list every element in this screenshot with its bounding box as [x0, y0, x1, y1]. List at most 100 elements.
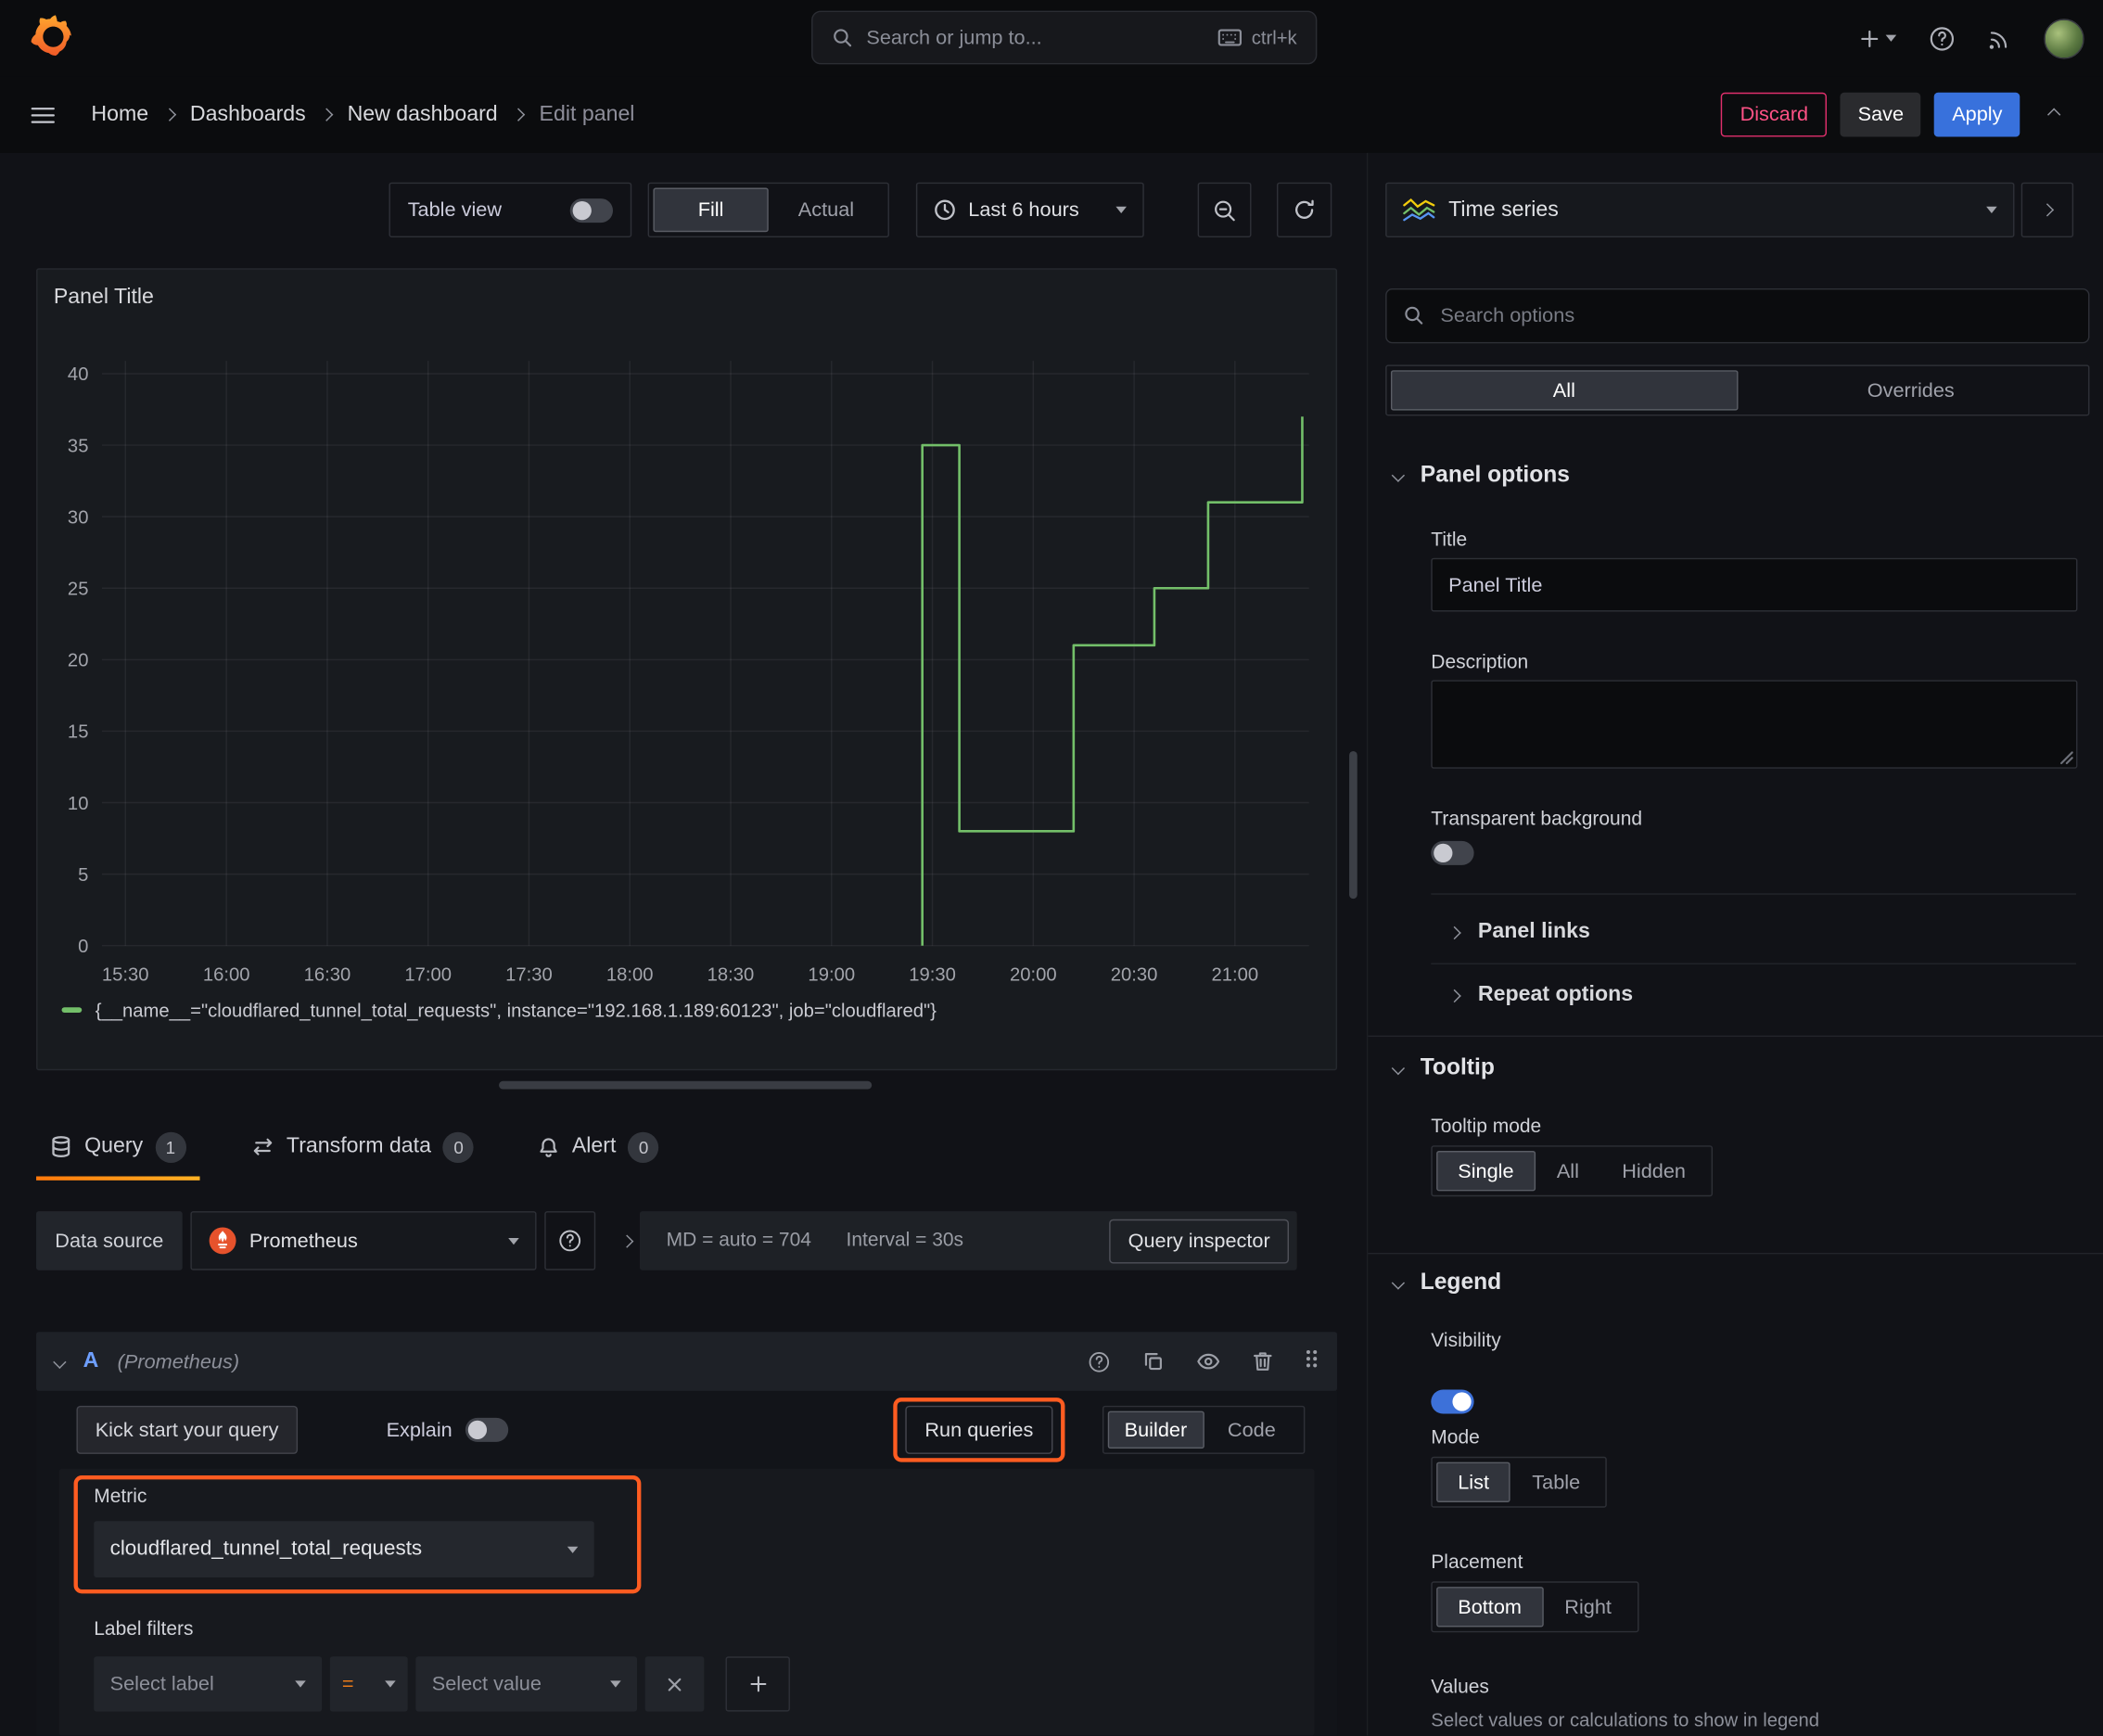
prometheus-icon: [208, 1226, 237, 1256]
title-label: Title: [1431, 530, 1468, 552]
option-code[interactable]: Code: [1204, 1411, 1299, 1449]
tab-overrides[interactable]: Overrides: [1738, 370, 2084, 410]
apply-button[interactable]: Apply: [1934, 92, 2020, 137]
viz-type-label: Time series: [1448, 198, 1559, 221]
expand-query-options[interactable]: [619, 1211, 634, 1270]
breadcrumb-home[interactable]: Home: [91, 103, 148, 127]
kick-start-button[interactable]: Kick start your query: [76, 1405, 298, 1454]
add-new-button[interactable]: [1859, 28, 1897, 49]
option-builder[interactable]: Builder: [1107, 1410, 1204, 1449]
datasource-row: Data source Prometheus MD = auto = 704 I…: [36, 1211, 1337, 1270]
svg-text:17:30: 17:30: [505, 964, 553, 985]
legend-values-label: Values: [1431, 1677, 1489, 1699]
svg-text:18:00: 18:00: [606, 964, 654, 985]
table-view-toggle[interactable]: [569, 198, 614, 223]
discard-button[interactable]: Discard: [1721, 92, 1828, 137]
option-hidden[interactable]: Hidden: [1600, 1151, 1707, 1191]
svg-text:15: 15: [68, 722, 89, 743]
menu-toggle-icon[interactable]: [30, 104, 57, 125]
datasource-picker[interactable]: Prometheus: [190, 1211, 537, 1270]
legend-placement-switch: Bottom Right: [1431, 1581, 1638, 1633]
drag-handle-icon[interactable]: [1305, 1347, 1318, 1375]
datasource-help-button[interactable]: [544, 1211, 596, 1270]
section-panel-options[interactable]: Panel options: [1391, 462, 1570, 489]
section-legend[interactable]: Legend: [1391, 1269, 1502, 1296]
tab-query[interactable]: Query 1: [36, 1114, 199, 1181]
option-fill[interactable]: Fill: [653, 187, 769, 233]
time-series-chart[interactable]: 0 5 10 15 20 25 30 35 40 15:30 16:00 16:30 17:00 17:3…: [37, 324, 1338, 1021]
options-search-input[interactable]: [1385, 287, 2090, 344]
panel-title-input[interactable]: [1431, 557, 2078, 612]
help-icon[interactable]: [1929, 25, 1956, 52]
time-series-icon: [1403, 198, 1435, 223]
resize-grip-icon[interactable]: [2060, 751, 2073, 765]
refresh-button[interactable]: [1276, 182, 1332, 238]
metric-value: cloudflared_tunnel_total_requests: [109, 1537, 423, 1561]
datasource-label: Data source: [36, 1211, 183, 1270]
chevron-down-icon: [1391, 467, 1406, 482]
operator-dropdown[interactable]: =: [329, 1656, 408, 1712]
visualization-picker[interactable]: Time series: [1385, 182, 2015, 238]
plus-icon: [1859, 28, 1880, 49]
breadcrumb-bar: Home Dashboards New dashboard Edit panel…: [0, 76, 2103, 153]
explain-toggle[interactable]: [465, 1417, 509, 1442]
grafana-logo-icon[interactable]: [30, 13, 75, 61]
explain-control: Explain: [387, 1406, 509, 1454]
time-range-picker[interactable]: Last 6 hours: [915, 182, 1144, 238]
legend-header: Legend: [1420, 1269, 1502, 1295]
query-row-header[interactable]: A (Prometheus): [36, 1332, 1338, 1391]
legend-mode-label: Mode: [1431, 1426, 1480, 1449]
tab-all[interactable]: All: [1390, 370, 1738, 411]
select-label-dropdown[interactable]: Select label: [94, 1656, 323, 1712]
description-input[interactable]: [1431, 680, 2078, 769]
tab-transform-data[interactable]: Transform data 0: [236, 1114, 487, 1181]
builder-code-switch: Builder Code: [1102, 1405, 1306, 1454]
search-placeholder: Search or jump to...: [866, 26, 1042, 49]
add-filter-button[interactable]: [725, 1656, 790, 1712]
tooltip-mode-switch: Single All Hidden: [1431, 1145, 1713, 1197]
legend-placement-label: Placement: [1431, 1551, 1523, 1574]
time-range-label: Last 6 hours: [968, 198, 1079, 222]
section-tooltip[interactable]: Tooltip: [1391, 1054, 1495, 1081]
max-data-points-stat: MD = auto = 704: [666, 1230, 811, 1252]
section-repeat-options[interactable]: Repeat options: [1447, 964, 1633, 1027]
option-single[interactable]: Single: [1436, 1151, 1536, 1192]
query-help-icon[interactable]: [1088, 1350, 1111, 1373]
news-feed-icon[interactable]: [1988, 26, 2012, 50]
user-avatar[interactable]: [2044, 18, 2084, 58]
section-panel-links[interactable]: Panel links: [1447, 901, 1590, 964]
breadcrumb-new-dashboard[interactable]: New dashboard: [348, 103, 498, 127]
metric-select[interactable]: cloudflared_tunnel_total_requests: [94, 1521, 594, 1577]
pane-resize-handle[interactable]: [499, 1080, 873, 1090]
query-row-actions: [1088, 1347, 1319, 1375]
option-table[interactable]: Table: [1510, 1462, 1601, 1502]
breadcrumb-dashboards[interactable]: Dashboards: [190, 103, 306, 127]
legend-item[interactable]: {__name__="cloudflared_tunnel_total_requ…: [61, 1000, 937, 1021]
option-all[interactable]: All: [1536, 1151, 1600, 1191]
option-right[interactable]: Right: [1543, 1587, 1633, 1627]
legend-visibility-toggle[interactable]: [1431, 1389, 1474, 1414]
option-actual[interactable]: Actual: [769, 187, 884, 232]
run-queries-button[interactable]: Run queries: [905, 1405, 1053, 1454]
option-list[interactable]: List: [1436, 1462, 1511, 1502]
label-filters-label: Label filters: [94, 1618, 194, 1640]
toggle-visibility-icon[interactable]: [1196, 1352, 1220, 1371]
collapse-options-button[interactable]: [2033, 95, 2073, 134]
transparent-bg-toggle[interactable]: [1431, 840, 1474, 865]
viz-suggestions-button[interactable]: [2020, 182, 2074, 238]
chevron-right-icon: [1447, 989, 1461, 1002]
save-button[interactable]: Save: [1840, 92, 1921, 137]
query-row-body: Kick start your query Explain Run querie…: [36, 1390, 1338, 1736]
visibility-label: Visibility: [1431, 1330, 1501, 1352]
scrollbar-thumb[interactable]: [1349, 750, 1357, 900]
remove-filter-button[interactable]: [644, 1656, 705, 1712]
query-inspector-button[interactable]: Query inspector: [1109, 1219, 1289, 1263]
zoom-out-button[interactable]: [1197, 182, 1252, 238]
global-search-bar[interactable]: Search or jump to... ctrl+k: [811, 10, 1318, 65]
option-bottom[interactable]: Bottom: [1436, 1587, 1544, 1628]
delete-query-icon[interactable]: [1253, 1351, 1273, 1372]
chevron-right-icon: [2040, 203, 2055, 217]
duplicate-query-icon[interactable]: [1142, 1351, 1164, 1372]
select-value-dropdown[interactable]: Select value: [415, 1656, 638, 1712]
tab-alert[interactable]: Alert 0: [525, 1114, 672, 1181]
